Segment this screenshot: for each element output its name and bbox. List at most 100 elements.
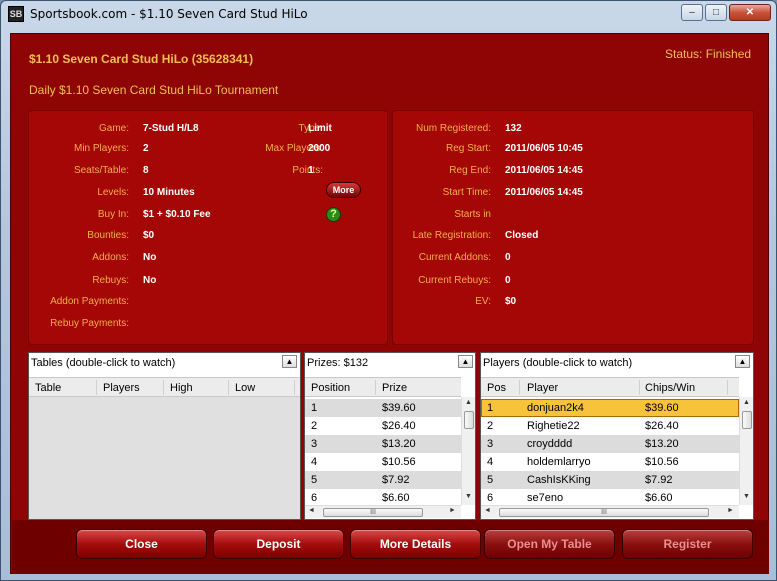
player-pos: 6 <box>487 492 494 503</box>
tables-collapse-button[interactable]: ▲ <box>282 355 297 368</box>
reg-start-value: 2011/06/05 10:45 <box>505 143 583 154</box>
prizes-vertical-scrollbar[interactable]: ▲ ▼ <box>461 397 475 505</box>
levels-value: 10 Minutes <box>143 187 195 198</box>
prize-amount: $26.40 <box>382 420 416 432</box>
prize-position: 4 <box>311 456 318 468</box>
player-row-selected[interactable]: 1 donjuan2k4 $39.60 <box>481 399 739 417</box>
col-low[interactable]: Low <box>235 382 255 394</box>
more-details-button[interactable]: More Details <box>350 529 481 559</box>
prizes-horizontal-scrollbar[interactable]: ◄ III ► <box>305 505 461 518</box>
points-value: 1 <box>308 165 314 176</box>
col-pos[interactable]: Pos <box>487 382 506 394</box>
scroll-up-arrow-icon[interactable]: ▲ <box>743 399 750 406</box>
levels-label: Levels: <box>97 187 129 198</box>
button-bar: Close Deposit More Details Open My Table… <box>12 520 769 574</box>
starts-in-label: Starts in <box>454 209 491 220</box>
minimize-button[interactable]: – <box>681 4 703 21</box>
current-rebuys-value: 0 <box>505 275 511 286</box>
col-table[interactable]: Table <box>35 382 61 394</box>
more-levels-button[interactable]: More <box>326 182 361 198</box>
rebuy-payments-label: Rebuy Payments: <box>50 318 129 329</box>
prize-row[interactable]: 2 $26.40 <box>305 417 461 435</box>
player-chips: $6.60 <box>645 492 673 503</box>
scroll-up-arrow-icon[interactable]: ▲ <box>465 399 472 406</box>
col-player[interactable]: Player <box>527 382 558 394</box>
client-area: $1.10 Seven Card Stud HiLo (35628341) St… <box>10 33 769 574</box>
prize-row[interactable]: 3 $13.20 <box>305 435 461 453</box>
player-name: donjuan2k4 <box>527 402 584 414</box>
prize-row[interactable]: 6 $6.60 <box>305 489 461 503</box>
col-chips-win[interactable]: Chips/Win <box>645 382 695 394</box>
prize-position: 3 <box>311 438 318 450</box>
player-name: CashIsKKing <box>527 474 591 486</box>
tables-title: Tables (double-click to watch) <box>31 357 176 369</box>
player-name: se7eno <box>527 492 564 503</box>
type-value: Limit <box>308 123 332 134</box>
seats-label: Seats/Table: <box>73 165 129 176</box>
info-panel-left: Game: 7-Stud H/L8 Type: Limit Min Player… <box>28 110 388 345</box>
prizes-collapse-button[interactable]: ▲ <box>458 355 473 368</box>
player-pos: 5 <box>487 474 494 486</box>
scroll-left-arrow-icon[interactable]: ◄ <box>308 507 315 514</box>
scroll-thumb[interactable]: III <box>499 508 709 517</box>
prizes-title: Prizes: $132 <box>307 357 369 369</box>
current-addons-value: 0 <box>505 252 511 263</box>
prize-amount: $13.20 <box>382 438 416 450</box>
players-horizontal-scrollbar[interactable]: ◄ III ► <box>481 505 739 518</box>
scroll-left-arrow-icon[interactable]: ◄ <box>484 507 491 514</box>
status-text: Status: Finished <box>665 47 752 61</box>
deposit-button[interactable]: Deposit <box>213 529 344 559</box>
window-close-button[interactable]: ✕ <box>729 4 771 21</box>
player-pos: 4 <box>487 456 494 468</box>
reg-end-value: 2011/06/05 14:45 <box>505 165 583 176</box>
players-vertical-scrollbar[interactable]: ▲ ▼ <box>739 397 753 505</box>
scroll-right-arrow-icon[interactable]: ► <box>727 507 734 514</box>
tournament-title: $1.10 Seven Card Stud HiLo (35628341) <box>29 52 254 66</box>
player-row[interactable]: 6 se7eno $6.60 <box>481 489 739 503</box>
seats-value: 8 <box>143 165 149 176</box>
register-button[interactable]: Register <box>622 529 753 559</box>
num-registered-label: Num Registered: <box>415 123 491 134</box>
prize-amount: $39.60 <box>382 402 416 414</box>
buyin-label: Buy In: <box>97 209 129 220</box>
player-row[interactable]: 5 CashIsKKing $7.92 <box>481 471 739 489</box>
buyin-value: $1 + $0.10 Fee <box>143 209 211 220</box>
col-position[interactable]: Position <box>311 382 350 394</box>
player-row[interactable]: 2 Righetie22 $26.40 <box>481 417 739 435</box>
prize-row[interactable]: 1 $39.60 <box>305 399 461 417</box>
max-players-value: 2000 <box>308 143 331 154</box>
start-time-label: Start Time: <box>442 187 491 198</box>
col-players[interactable]: Players <box>103 382 140 394</box>
maximize-button[interactable]: □ <box>705 4 727 21</box>
prize-position: 1 <box>311 402 318 414</box>
prize-row[interactable]: 4 $10.56 <box>305 453 461 471</box>
scroll-thumb[interactable]: III <box>323 508 423 517</box>
players-collapse-button[interactable]: ▲ <box>735 355 750 368</box>
player-chips: $39.60 <box>645 402 679 414</box>
scroll-thumb[interactable] <box>742 411 752 429</box>
open-my-table-button[interactable]: Open My Table <box>484 529 615 559</box>
col-prize[interactable]: Prize <box>382 382 407 394</box>
prizes-box: Prizes: $132 ▲ Position Prize 1 $39.60 2 $… <box>304 352 476 520</box>
prize-row[interactable]: 5 $7.92 <box>305 471 461 489</box>
window-title: Sportsbook.com - $1.10 Seven Card Stud H… <box>30 7 308 21</box>
scroll-right-arrow-icon[interactable]: ► <box>449 507 456 514</box>
players-column-header: Pos Player Chips/Win <box>481 377 739 397</box>
scroll-thumb[interactable] <box>464 411 474 429</box>
col-high[interactable]: High <box>170 382 193 394</box>
player-row[interactable]: 3 croydddd $13.20 <box>481 435 739 453</box>
addons-label: Addons: <box>92 252 129 263</box>
help-icon[interactable]: ? <box>326 207 341 222</box>
player-chips: $26.40 <box>645 420 679 432</box>
player-row[interactable]: 4 holdemlarryo $10.56 <box>481 453 739 471</box>
close-button[interactable]: Close <box>76 529 207 559</box>
scroll-down-arrow-icon[interactable]: ▼ <box>743 493 750 500</box>
tables-list[interactable] <box>29 397 300 519</box>
scroll-down-arrow-icon[interactable]: ▼ <box>465 493 472 500</box>
prize-position: 5 <box>311 474 318 486</box>
addons-value: No <box>143 252 157 263</box>
player-pos: 3 <box>487 438 494 450</box>
tables-column-header: Table Players High Low <box>29 377 300 397</box>
title-bar[interactable]: SB Sportsbook.com - $1.10 Seven Card Stu… <box>1 1 776 27</box>
addon-payments-label: Addon Payments: <box>50 296 129 307</box>
